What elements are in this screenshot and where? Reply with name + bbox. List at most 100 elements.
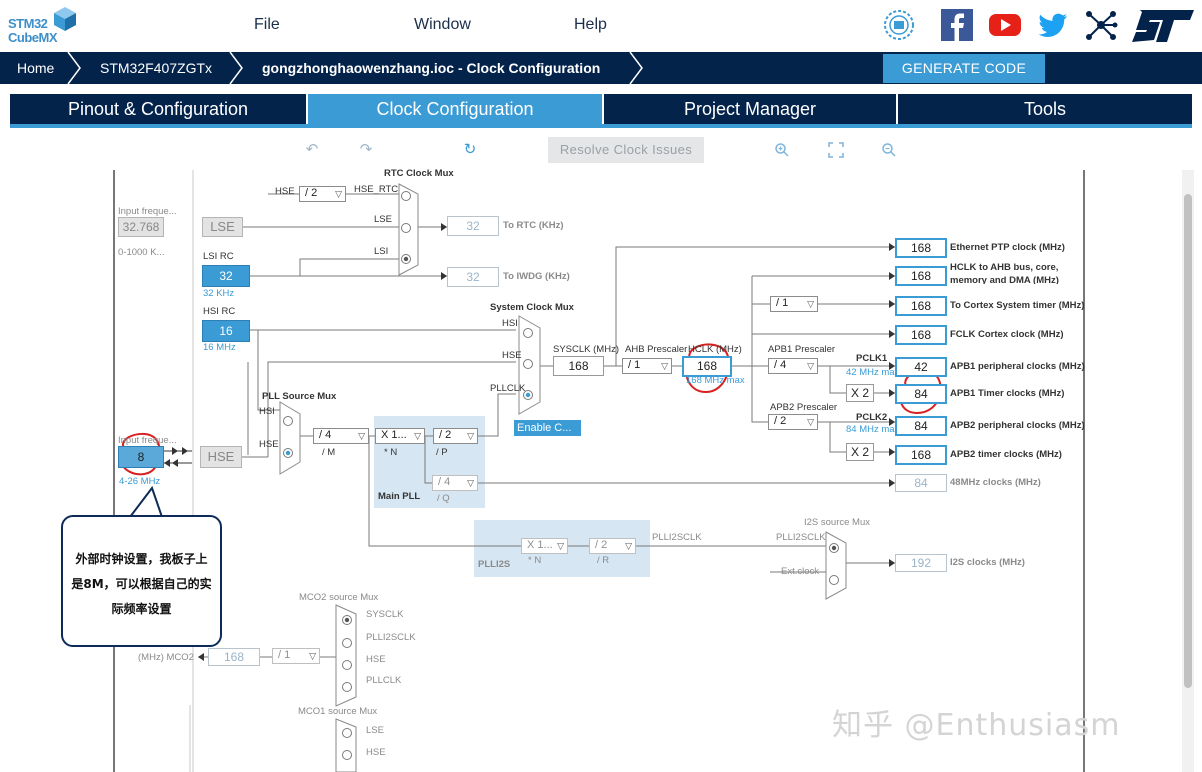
plli2s-r-divider-select[interactable]: / 2 ▽: [589, 538, 636, 554]
ethernet-ptp-clock-value: 168: [895, 238, 947, 258]
annotation-callout-text: 外部时钟设置，我板子上 是8M，可以根据自己的实 际频率设置: [71, 552, 212, 616]
hsi-frequency-label: 16 MHz: [203, 342, 236, 353]
sysclk-value: 168: [553, 356, 604, 376]
apb2-peripheral-clocks-label: APB2 peripheral clocks (MHz): [950, 420, 1085, 431]
plli2s-r-label: / R: [597, 555, 610, 566]
hclk-ahb-output-value: 168: [895, 266, 947, 286]
rtc-mux-hse-label: HSE: [275, 186, 295, 197]
cortex-system-timer-label: To Cortex System timer (MHz): [950, 300, 1085, 311]
apb1-peripheral-clocks-value: 42: [895, 357, 947, 377]
callout-pointer: [128, 486, 164, 518]
lsi-rc-label: LSI RC: [203, 251, 234, 262]
lsi-rc-value: 32: [202, 265, 250, 287]
mco2-sysclk-label: SYSCLK: [366, 609, 404, 620]
hclk-value-field[interactable]: 168: [682, 356, 732, 377]
apb2-prescaler-label: APB2 Prescaler: [770, 402, 838, 413]
plli2sclk-out-label: PLLI2SCLK: [652, 532, 702, 543]
sysmux-hse-label: HSE: [502, 350, 522, 361]
lse-range-label: 0-1000 K...: [118, 247, 165, 258]
system-clock-mux-title: System Clock Mux: [490, 302, 574, 313]
enable-css-button[interactable]: Enable C...: [514, 420, 581, 436]
mco2-hse-label: HSE: [366, 654, 386, 665]
pll-p-divider-select[interactable]: / 2 ▽: [433, 428, 478, 444]
hclk-ahb-output-label: HCLK to AHB bus, core,: [950, 262, 1059, 273]
mco2-output-label: (MHz) MCO2: [138, 652, 194, 663]
pclk1-max-label: 42 MHz max: [846, 367, 900, 378]
hse-input-frequency-label: Input freque...: [118, 435, 177, 446]
apb1-timer-clocks-label: APB1 Timer clocks (MHz): [950, 388, 1065, 399]
pll-q-divider-select[interactable]: / 4 ▽: [432, 475, 478, 491]
main-pll-label: Main PLL: [378, 491, 421, 502]
watermark: 知乎 @Enthusiasm: [832, 708, 1121, 743]
sysclk-label: SYSCLK (MHz): [553, 344, 619, 355]
lse-source-box: LSE: [202, 217, 243, 237]
plli2s-label: PLLI2S: [478, 559, 511, 570]
apb1-peripheral-clocks-label: APB1 peripheral clocks (MHz): [950, 361, 1085, 372]
fclk-cortex-clock-label: FCLK Cortex clock (MHz): [950, 329, 1064, 340]
fclk-cortex-clock-value: 168: [895, 325, 947, 345]
rtc-hse-rtc-label: HSE_RTC: [354, 184, 399, 195]
i2s-mux-ext-clock-label: Ext.clock: [781, 566, 820, 577]
apb2-timer-clocks-value: 168: [895, 445, 947, 465]
mco1-lse-label: LSE: [366, 725, 384, 736]
hclk-label: HCLK (MHz): [688, 344, 742, 355]
mco2-pllclk-label: PLLCLK: [366, 675, 402, 686]
plli2s-n-multiplier-select[interactable]: X 1... ▽: [521, 538, 568, 554]
pclk1-label: PCLK1: [856, 353, 888, 364]
apb2-prescaler-select[interactable]: / 2 ▽: [768, 414, 818, 430]
usb48-clock-label: 48MHz clocks (MHz): [950, 477, 1041, 488]
hsi-rc-value: 16: [202, 320, 250, 342]
sysmux-hsi-label: HSI: [502, 318, 518, 329]
hse-input-frequency-field[interactable]: 8: [118, 446, 164, 468]
mco2-plli2sclk-label: PLLI2SCLK: [366, 632, 416, 643]
cortex-timer-divider-select[interactable]: / 1 ▽: [770, 296, 818, 312]
rtc-lsi-label: LSI: [374, 246, 389, 257]
pclk2-max-label: 84 MHz max: [846, 424, 900, 435]
i2s-source-mux-title: I2S source Mux: [804, 517, 870, 528]
pll-q-label: / Q: [437, 493, 450, 504]
usb48-clock-value: 84: [895, 474, 947, 492]
hclk-max-label: 168 MHz max: [686, 375, 745, 386]
vertical-scrollbar-thumb[interactable]: [1184, 194, 1192, 688]
apb2-peripheral-clocks-value: 84: [895, 416, 947, 436]
pll-n-label: * N: [384, 447, 398, 458]
apb1-prescaler-label: APB1 Prescaler: [768, 344, 836, 355]
pll-source-hsi-label: HSI: [259, 406, 275, 417]
hsi-rc-label: HSI RC: [203, 306, 236, 317]
ahb-prescaler-select[interactable]: / 1 ▽: [622, 358, 672, 374]
hse-source-box: HSE: [200, 446, 242, 468]
ethernet-ptp-clock-label: Ethernet PTP clock (MHz): [950, 242, 1065, 253]
apb1-prescaler-select[interactable]: / 4 ▽: [768, 358, 818, 374]
pll-n-multiplier-select[interactable]: X 1... ▽: [375, 428, 425, 444]
i2s-clock-label: I2S clocks (MHz): [950, 557, 1025, 568]
apb1-timer-clocks-value: 84: [895, 384, 947, 404]
pll-source-hse-label: HSE: [259, 439, 279, 450]
iwdg-output-value: 32: [447, 267, 499, 287]
pll-m-label: / M: [322, 447, 336, 458]
pll-p-label: / P: [436, 447, 448, 458]
lse-input-frequency-field[interactable]: 32.768: [118, 217, 164, 237]
pll-m-divider-select[interactable]: / 4 ▽: [313, 428, 369, 444]
rtc-output-value: 32: [447, 216, 499, 236]
iwdg-output-label: To IWDG (KHz): [503, 271, 570, 282]
mco1-hse-label: HSE: [366, 747, 386, 758]
annotation-callout: 外部时钟设置，我板子上 是8M，可以根据自己的实 际频率设置: [61, 515, 222, 647]
apb2-timer-multiplier: X 2: [846, 443, 874, 461]
i2s-mux-plli2sclk-label: PLLI2SCLK: [776, 532, 826, 543]
cortex-system-timer-value: 168: [895, 296, 947, 316]
ahb-prescaler-label: AHB Prescaler: [625, 344, 688, 355]
pll-source-mux-title: PLL Source Mux: [262, 391, 337, 402]
lse-input-frequency-label: Input freque...: [118, 206, 177, 217]
pclk2-label: PCLK2: [856, 412, 888, 423]
rtc-hse-divider-select[interactable]: / 2 ▽: [299, 186, 346, 202]
rtc-mux-title: RTC Clock Mux: [384, 168, 454, 179]
i2s-clock-value: 192: [895, 554, 947, 572]
plli2s-n-label: * N: [528, 555, 542, 566]
apb2-timer-clocks-label: APB2 timer clocks (MHz): [950, 449, 1062, 460]
mco1-source-mux-title: MCO1 source Mux: [298, 706, 378, 717]
apb1-timer-multiplier: X 2: [846, 384, 874, 402]
mco2-output-value: 168: [208, 648, 260, 666]
rtc-output-label: To RTC (KHz): [503, 220, 564, 231]
mco2-divider-select[interactable]: / 1 ▽: [272, 648, 320, 664]
sysmux-pllclk-label: PLLCLK: [490, 383, 526, 394]
